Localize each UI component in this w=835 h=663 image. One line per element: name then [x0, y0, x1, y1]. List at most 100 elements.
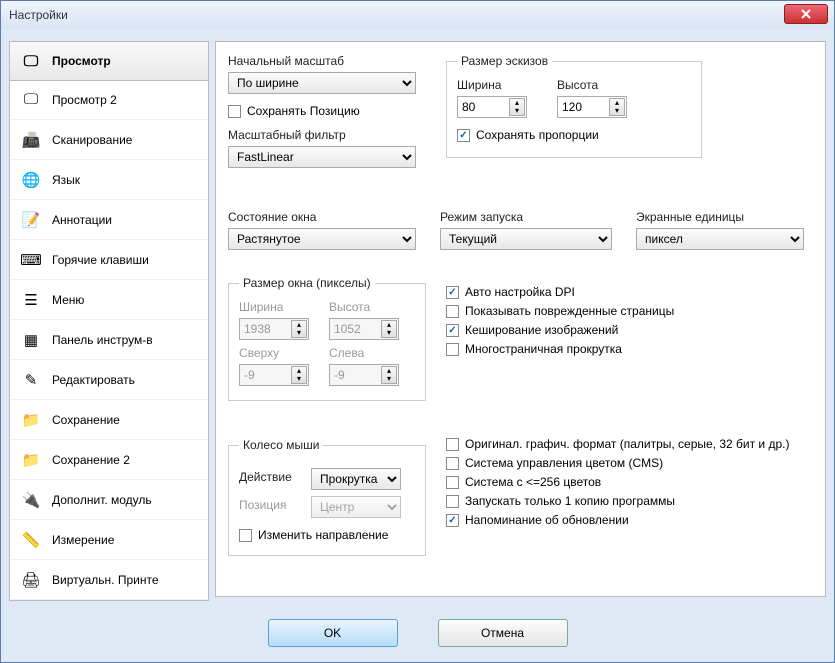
- winsize-left-spinner: ▴▾: [329, 364, 399, 386]
- sidebar-item-label: Просмотр 2: [52, 93, 117, 107]
- checkbox-label: Сохранять Позицию: [247, 104, 360, 118]
- sidebar-item-label: Сохранение: [52, 413, 120, 427]
- titlebar: Настройки: [1, 1, 834, 29]
- sidebar-item-scan[interactable]: 📠 Сканирование: [10, 120, 208, 160]
- winsize-height-label: Высота: [329, 300, 399, 314]
- filter-select[interactable]: FastLinear: [228, 146, 416, 168]
- monitor-icon: 🖵: [20, 50, 42, 72]
- checkbox-label: Напоминание об обновлении: [465, 513, 629, 527]
- winsize-height-spinner: ▴▾: [329, 318, 399, 340]
- winsize-width-spinner: ▴▾: [239, 318, 309, 340]
- save-position-checkbox[interactable]: Сохранять Позицию: [228, 104, 428, 118]
- auto-dpi-checkbox[interactable]: ✓Авто настройка DPI: [446, 285, 674, 299]
- cache-checkbox[interactable]: ✓Кеширование изображений: [446, 323, 674, 337]
- multipage-scroll-checkbox[interactable]: Многостраничная прокрутка: [446, 342, 674, 356]
- checkbox-label: Система с <=256 цветов: [465, 475, 601, 489]
- printer-icon: 🖨: [20, 569, 42, 591]
- cms-checkbox[interactable]: Система управления цветом (CMS): [446, 456, 789, 470]
- mouse-wheel-fieldset: Колесо мыши Действие Прокрутка Позиция Ц…: [228, 438, 426, 556]
- note-icon: 📝: [20, 209, 42, 231]
- invert-wheel-checkbox[interactable]: Изменить направление: [239, 528, 415, 542]
- folder-arrow-icon: 📁: [20, 449, 42, 471]
- grid-icon: ▦: [20, 329, 42, 351]
- ok-button[interactable]: OK: [268, 619, 398, 647]
- sidebar-item-label: Сканирование: [52, 133, 132, 147]
- winsize-top-spinner: ▴▾: [239, 364, 309, 386]
- sidebar-item-annotations[interactable]: 📝 Аннотации: [10, 200, 208, 240]
- ruler-icon: 📏: [20, 529, 42, 551]
- wheel-pos-label: Позиция: [239, 498, 299, 512]
- sidebar-item-save2[interactable]: 📁 Сохранение 2: [10, 440, 208, 480]
- sidebar-item-edit[interactable]: ✎ Редактировать: [10, 360, 208, 400]
- thumbnail-fieldset: Размер эскизов Ширина ▴▾ Высота ▴▾ ✓ Сох…: [446, 54, 702, 158]
- window-size-fieldset: Размер окна (пикселы) Ширина ▴▾ Высота ▴…: [228, 276, 426, 401]
- sidebar-item-label: Виртуальн. Принте: [52, 573, 159, 587]
- sidebar-item-plugin[interactable]: 🔌 Дополнит. модуль: [10, 480, 208, 520]
- list-icon: ☰: [20, 289, 42, 311]
- checkbox-box: [228, 105, 241, 118]
- sidebar-item-view[interactable]: 🖵 Просмотр: [9, 41, 209, 81]
- sidebar-item-label: Редактировать: [52, 373, 135, 387]
- sidebar: 🖵 Просмотр 🖵 Просмотр 2 📠 Сканирование 🌐 Язы…: [9, 41, 209, 601]
- screen-units-select[interactable]: пиксел: [636, 228, 804, 250]
- sidebar-item-save[interactable]: 📁 Сохранение: [10, 400, 208, 440]
- update-reminder-checkbox[interactable]: ✓Напоминание об обновлении: [446, 513, 789, 527]
- show-broken-checkbox[interactable]: Показывать поврежденные страницы: [446, 304, 674, 318]
- scale-label: Начальный масштаб: [228, 54, 428, 68]
- plugin-icon: 🔌: [20, 489, 42, 511]
- sidebar-item-label: Аннотации: [52, 213, 112, 227]
- start-mode-select[interactable]: Текущий: [440, 228, 612, 250]
- checkbox-label: Сохранять пропорции: [476, 128, 599, 142]
- footer: OK Отмена: [1, 604, 834, 662]
- sidebar-item-label: Измерение: [52, 533, 114, 547]
- close-button[interactable]: [784, 4, 828, 24]
- edit-icon: ✎: [20, 369, 42, 391]
- winsize-top-label: Сверху: [239, 346, 309, 360]
- sidebar-item-label: Просмотр: [52, 54, 111, 68]
- wheel-action-select[interactable]: Прокрутка: [311, 468, 401, 490]
- keyboard-icon: ⌨: [20, 249, 42, 271]
- sidebar-item-language[interactable]: 🌐 Язык: [10, 160, 208, 200]
- sidebar-item-toolbar[interactable]: ▦ Панель инструм-в: [10, 320, 208, 360]
- sidebar-item-label: Панель инструм-в: [52, 333, 153, 347]
- sidebar-item-label: Дополнит. модуль: [52, 493, 152, 507]
- wheel-legend: Колесо мыши: [239, 438, 323, 452]
- sidebar-item-measure[interactable]: 📏 Измерение: [10, 520, 208, 560]
- scanner-icon: 📠: [20, 129, 42, 151]
- thumb-width-label: Ширина: [457, 78, 527, 92]
- sidebar-item-hotkeys[interactable]: ⌨Горячие клавиши: [10, 240, 208, 280]
- scale-select[interactable]: По ширине: [228, 72, 416, 94]
- winsize-width-label: Ширина: [239, 300, 309, 314]
- sidebar-item-label: Меню: [52, 293, 84, 307]
- colors256-checkbox[interactable]: Система с <=256 цветов: [446, 475, 789, 489]
- single-copy-checkbox[interactable]: Запускать только 1 копию программы: [446, 494, 789, 508]
- sidebar-item-printer[interactable]: 🖨 Виртуальн. Принте: [10, 560, 208, 600]
- thumb-height-label: Высота: [557, 78, 627, 92]
- sidebar-item-label: Сохранение 2: [52, 453, 130, 467]
- globe-icon: 🌐: [20, 169, 42, 191]
- folder-arrow-icon: 📁: [20, 409, 42, 431]
- checkbox-label: Изменить направление: [258, 528, 388, 542]
- thumb-height-spinner[interactable]: ▴▾: [557, 96, 627, 118]
- keep-ratio-checkbox[interactable]: ✓ Сохранять пропорции: [457, 128, 691, 142]
- start-mode-label: Режим запуска: [440, 210, 612, 224]
- wheel-action-label: Действие: [239, 470, 299, 484]
- wheel-pos-select: Центр: [311, 496, 401, 518]
- sidebar-item-view2[interactable]: 🖵 Просмотр 2: [10, 80, 208, 120]
- checkbox-label: Многостраничная прокрутка: [465, 342, 622, 356]
- window-state-select[interactable]: Растянутое: [228, 228, 416, 250]
- checkbox-label: Кеширование изображений: [465, 323, 618, 337]
- content-panel: Начальный масштаб По ширине Сохранять По…: [215, 41, 826, 597]
- screen-units-label: Экранные единицы: [636, 210, 804, 224]
- window-state-label: Состояние окна: [228, 210, 416, 224]
- cancel-button[interactable]: Отмена: [438, 619, 568, 647]
- thumbnail-legend: Размер эскизов: [457, 54, 552, 68]
- thumb-width-spinner[interactable]: ▴▾: [457, 96, 527, 118]
- checkbox-label: Запускать только 1 копию программы: [465, 494, 675, 508]
- orig-format-checkbox[interactable]: Оригинал. графич. формат (палитры, серые…: [446, 437, 789, 451]
- sidebar-item-menu[interactable]: ☰ Меню: [10, 280, 208, 320]
- checkbox-label: Оригинал. графич. формат (палитры, серые…: [465, 437, 789, 451]
- checkbox-label: Система управления цветом (CMS): [465, 456, 663, 470]
- monitor-icon: 🖵: [20, 89, 42, 111]
- sidebar-item-label: Язык: [52, 173, 80, 187]
